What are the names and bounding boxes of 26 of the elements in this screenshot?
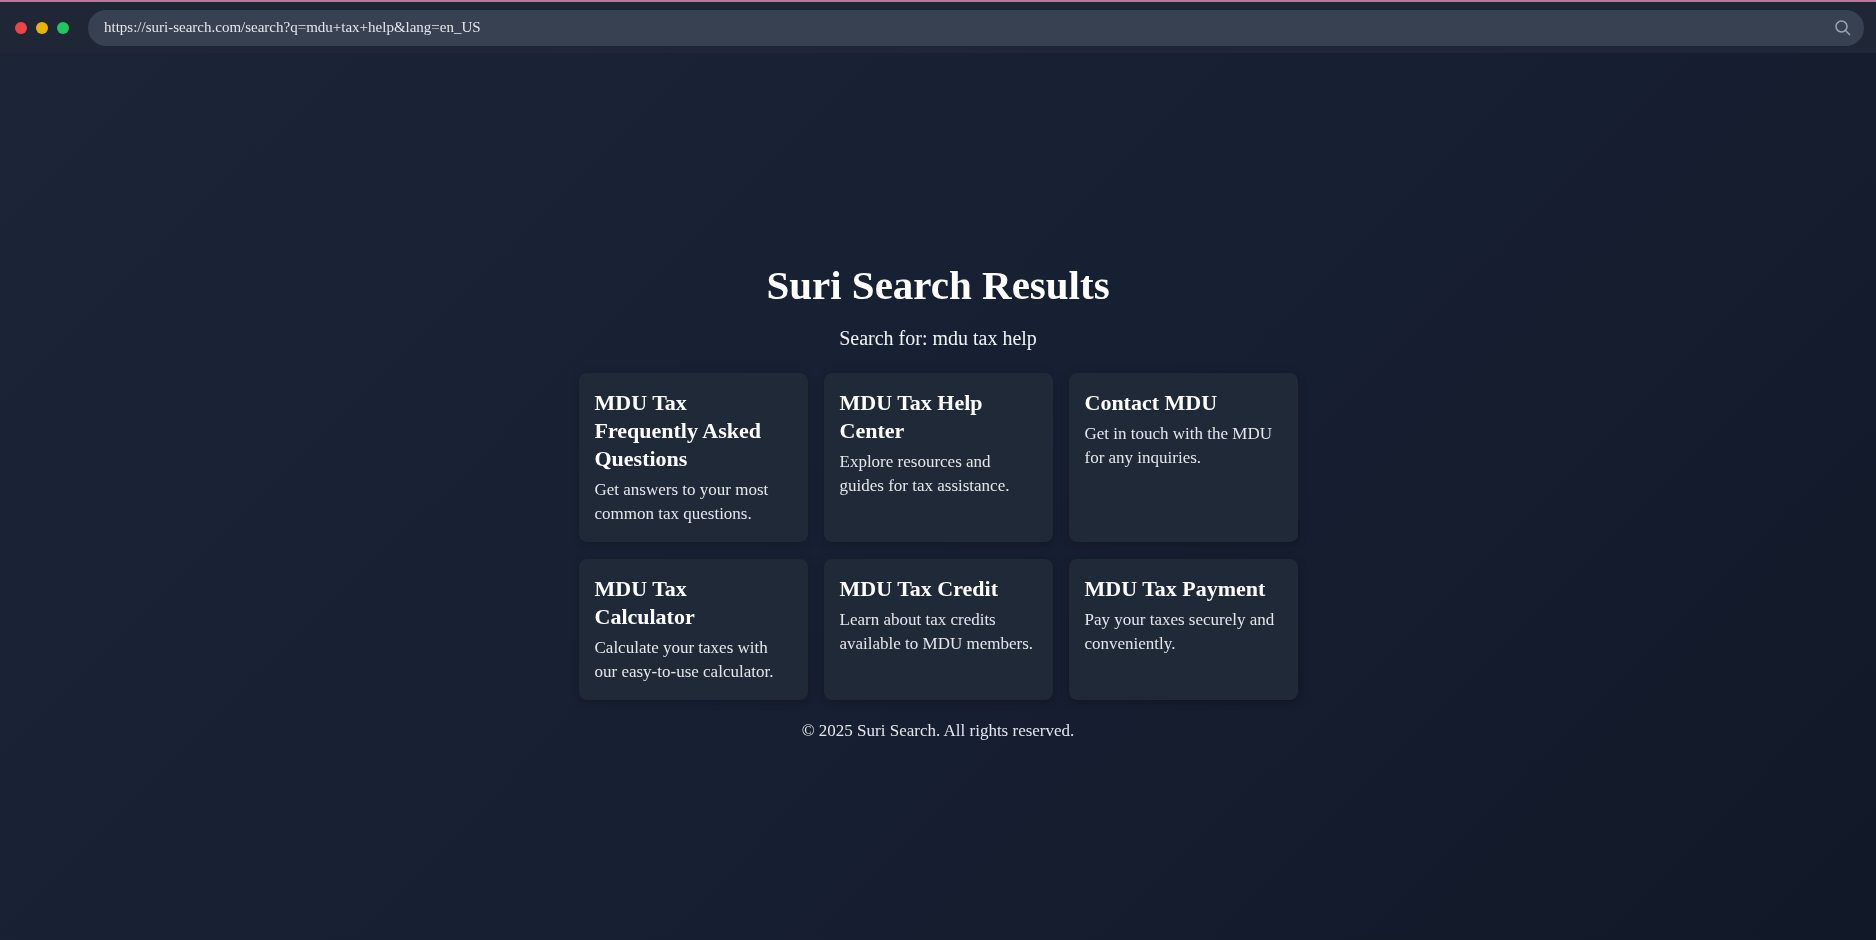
close-window-dot[interactable] [15,21,27,34]
result-title: MDU Tax Payment [1084,575,1267,603]
minimize-window-dot[interactable] [36,21,48,34]
search-query-text: Search for: mdu tax help [839,326,1037,350]
result-title: MDU Tax Credit [839,575,999,603]
footer-copyright: © 2025 Suri Search. All rights reserved. [801,721,1075,741]
result-card[interactable]: MDU Tax Payment Pay your taxes securely and conveniently. [1068,559,1298,700]
result-card[interactable]: MDU Tax Frequently Asked Questions Get answers to your most common tax questions. [578,373,808,542]
result-title: MDU Tax Calculator [594,575,696,631]
result-title: MDU Tax Help Center [839,389,984,445]
result-description: Get in touch with the MDU for any inquiries. [1084,423,1273,469]
result-card[interactable]: MDU Tax Help Center Explore resources and guides for tax assistance. [823,373,1053,542]
result-description: Learn about tax credits available to MDU members. [839,609,1035,655]
page-title: Suri Search Results [766,261,1110,310]
maximize-window-dot[interactable] [57,21,69,34]
result-description: Explore resources and guides for tax assistance. [839,451,1011,497]
result-title: Contact MDU [1084,389,1219,417]
result-card[interactable]: MDU Tax Calculator Calculate your taxes with our easy-to-use calculator. [578,559,808,700]
result-title: MDU Tax Frequently Asked Questions [594,389,762,473]
result-description: Calculate your taxes with our easy-to-use calculator. [594,637,775,683]
result-card[interactable]: MDU Tax Credit Learn about tax credits available to MDU members. [823,559,1053,700]
result-card[interactable]: Contact MDU Get in touch with the MDU for any inquiries. [1068,373,1298,542]
address-bar[interactable]: https://suri-search.com/search?q=mdu+tax+help&lang=en_US [88,9,1864,46]
result-description: Get answers to your most common tax questions. [594,479,770,525]
search-icon[interactable] [1834,18,1852,37]
result-description: Pay your taxes securely and conveniently. [1084,609,1276,655]
